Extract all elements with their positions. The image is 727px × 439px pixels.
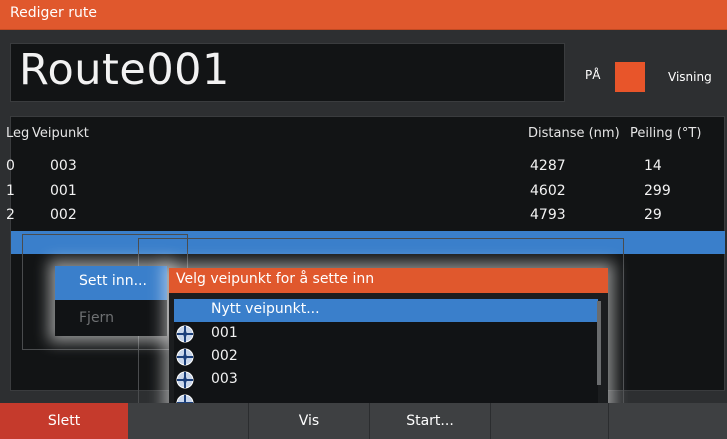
- show-label: Vis: [298, 413, 320, 429]
- route-name: Route001: [19, 45, 230, 95]
- waypoint-item[interactable]: 003: [174, 369, 598, 392]
- visibility-toggle[interactable]: [615, 62, 645, 92]
- new-waypoint-label: Nytt veipunkt...: [211, 301, 320, 317]
- waypoint-submenu: Velg veipunkt for å sette inn Nytt veipu…: [169, 268, 608, 410]
- waypoint-label: 002: [211, 348, 238, 364]
- waypoint-item[interactable]: 002: [174, 346, 598, 369]
- row-bearing[interactable]: 14: [644, 158, 662, 174]
- waypoint-icon: [176, 371, 194, 389]
- insert-label: Sett inn...: [79, 273, 147, 289]
- bottom-toolbar: Slett Vis Start...: [0, 403, 727, 439]
- waypoint-label: 001: [211, 325, 238, 341]
- show-button[interactable]: Vis: [249, 403, 370, 439]
- blank-button[interactable]: [609, 403, 727, 439]
- submenu-title: Velg veipunkt for å sette inn: [176, 271, 375, 287]
- header-distance: Distanse (nm): [528, 126, 620, 141]
- blank-button[interactable]: [491, 403, 609, 439]
- header-leg: Leg: [6, 126, 30, 141]
- main-panel: Route001 PÅ Visning Leg Veipunkt Distans…: [0, 30, 727, 439]
- title-bar: Rediger rute: [0, 0, 727, 30]
- submenu-scrollbar[interactable]: [597, 301, 601, 385]
- waypoint-label: 003: [211, 371, 238, 387]
- context-menu: Sett inn... Fjern: [55, 266, 167, 336]
- blank-button[interactable]: [128, 403, 249, 439]
- start-label: Start...: [406, 413, 454, 429]
- row-waypoint[interactable]: 002: [50, 207, 77, 223]
- submenu-header: Velg veipunkt for å sette inn: [169, 268, 608, 293]
- row-leg[interactable]: 1: [6, 183, 15, 199]
- row-leg[interactable]: 0: [6, 158, 15, 174]
- view-label: Visning: [668, 70, 712, 84]
- window-title: Rediger rute: [10, 5, 97, 21]
- row-bearing[interactable]: 29: [644, 207, 662, 223]
- delete-label: Slett: [47, 413, 81, 429]
- row-leg[interactable]: 2: [6, 207, 15, 223]
- new-waypoint-item[interactable]: Nytt veipunkt...: [174, 299, 598, 322]
- insert-menu-item[interactable]: Sett inn...: [55, 266, 167, 300]
- row-distance[interactable]: 4602: [530, 183, 566, 199]
- waypoint-list: Nytt veipunkt... 001 002 003: [174, 299, 598, 407]
- header-waypoint: Veipunkt: [32, 126, 89, 141]
- header-bearing: Peiling (°T): [630, 126, 702, 141]
- row-distance[interactable]: 4287: [530, 158, 566, 174]
- waypoint-icon: [176, 325, 194, 343]
- route-name-field[interactable]: Route001: [10, 43, 565, 102]
- remove-menu-item[interactable]: Fjern: [79, 310, 114, 326]
- row-waypoint[interactable]: 003: [50, 158, 77, 174]
- waypoint-icon: [176, 348, 194, 366]
- start-button[interactable]: Start...: [370, 403, 491, 439]
- waypoint-item[interactable]: 001: [174, 323, 598, 346]
- toggle-label: PÅ: [585, 68, 601, 82]
- row-waypoint[interactable]: 001: [50, 183, 77, 199]
- delete-button[interactable]: Slett: [0, 403, 128, 439]
- row-distance[interactable]: 4793: [530, 207, 566, 223]
- row-bearing[interactable]: 299: [644, 183, 671, 199]
